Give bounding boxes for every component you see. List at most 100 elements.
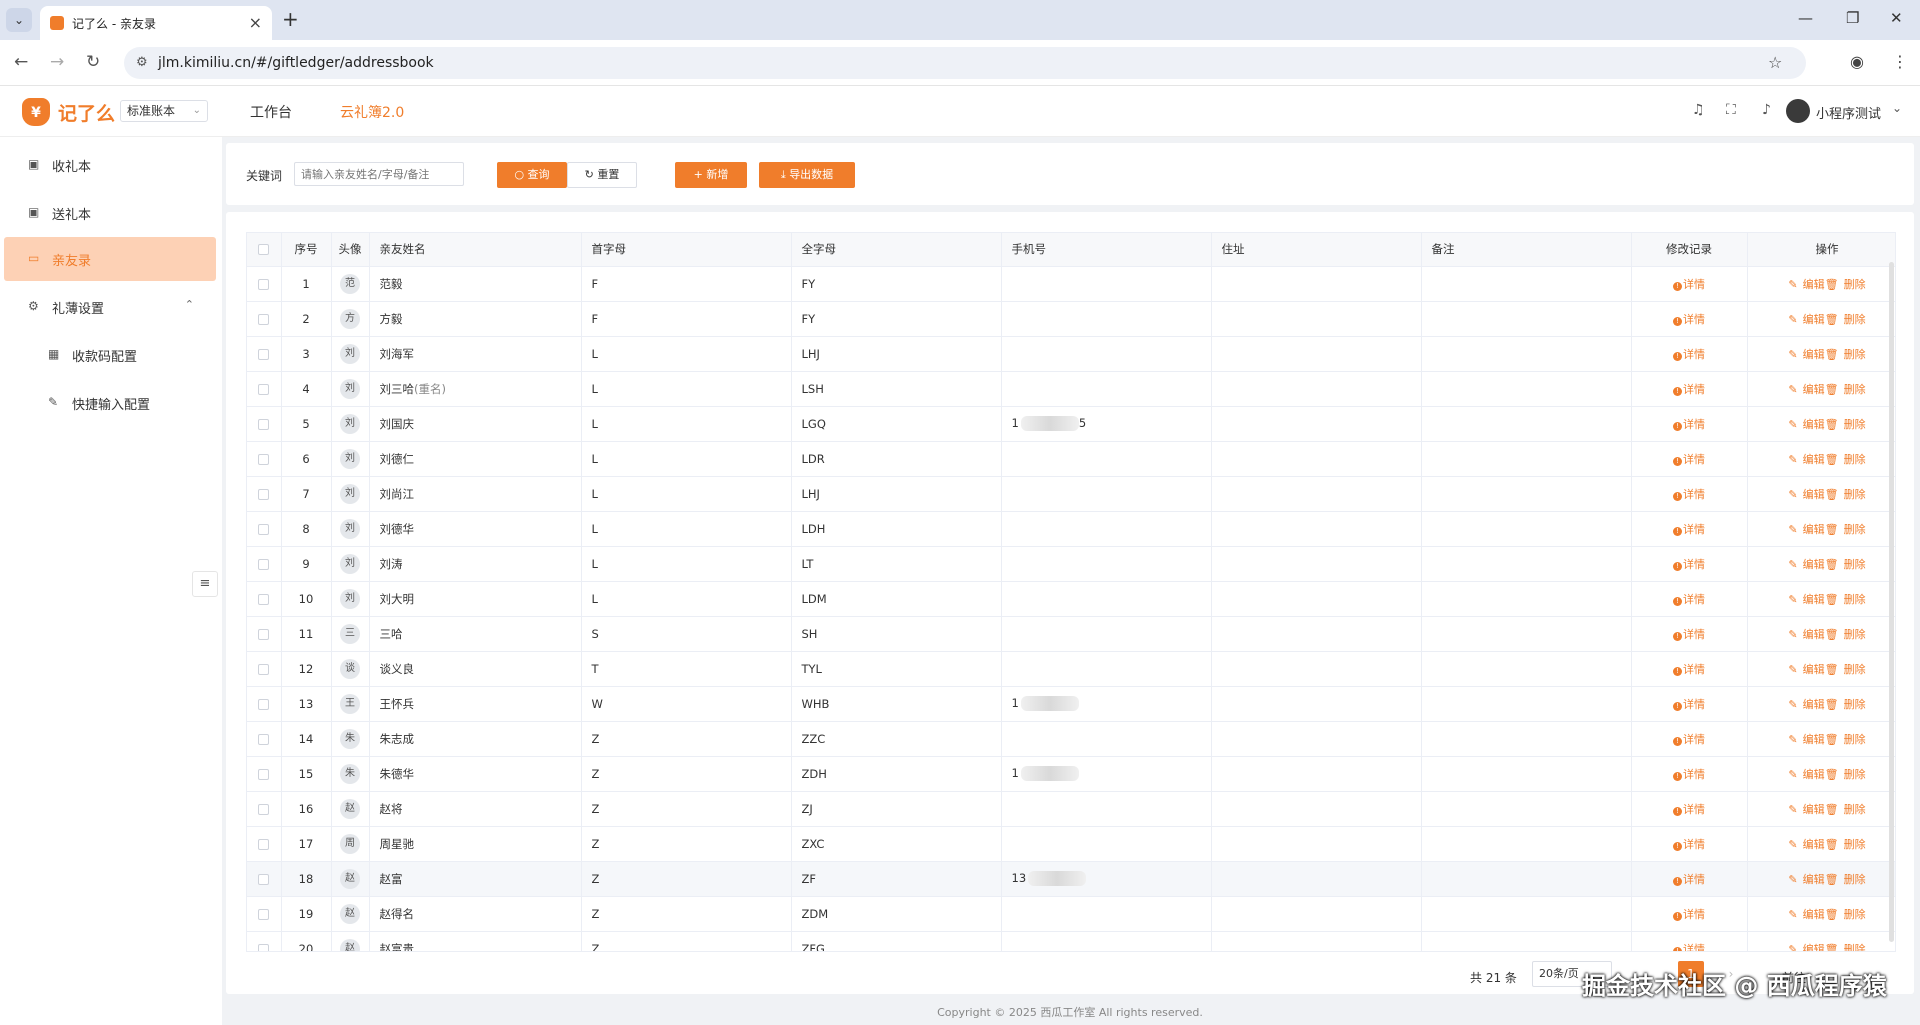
table-row[interactable]: 19 赵赵得名 Z ZDM! 详情 ✎ 编辑🗑 删除	[247, 896, 1895, 932]
table-row[interactable]: 17 周周星驰 Z ZXC! 详情 ✎ 编辑🗑 删除	[247, 826, 1895, 862]
row-checkbox[interactable]	[247, 686, 282, 722]
table-row[interactable]: 20 赵赵富贵 Z ZFG! 详情 ✎ 编辑🗑 删除	[247, 931, 1895, 952]
detail-link[interactable]: ! 详情	[1673, 733, 1705, 746]
sidebar-item-qrcode-config[interactable]: ▦ 收款码配置	[4, 333, 216, 377]
delete-button[interactable]: 🗑 删除	[1825, 488, 1866, 501]
browser-tab[interactable]: 记了么 - 亲友录 ×	[40, 6, 272, 40]
table-row[interactable]: 5 刘刘国庆 L LGQ 1 5! 详情 ✎ 编辑🗑 删除	[247, 406, 1895, 442]
detail-link[interactable]: ! 详情	[1673, 698, 1705, 711]
detail-link[interactable]: ! 详情	[1673, 383, 1705, 396]
row-checkbox[interactable]	[247, 476, 282, 512]
bookmark-star-icon[interactable]: ☆	[1768, 53, 1782, 72]
sidebar-item-quick-input-config[interactable]: ✎ 快捷输入配置	[4, 381, 216, 425]
detail-link[interactable]: ! 详情	[1673, 628, 1705, 641]
table-row[interactable]: 3 刘刘海军 L LHJ! 详情 ✎ 编辑🗑 删除	[247, 336, 1895, 372]
delete-button[interactable]: 🗑 删除	[1825, 523, 1866, 536]
table-row[interactable]: 2 方方毅 F FY! 详情 ✎ 编辑🗑 删除	[247, 301, 1895, 337]
restore-icon[interactable]: ❐	[1846, 9, 1859, 27]
detail-link[interactable]: ! 详情	[1673, 278, 1705, 291]
edit-button[interactable]: ✎ 编辑	[1788, 383, 1824, 396]
table-row[interactable]: 8 刘刘德华 L LDH! 详情 ✎ 编辑🗑 删除	[247, 511, 1895, 547]
delete-button[interactable]: 🗑 删除	[1825, 698, 1866, 711]
delete-button[interactable]: 🗑 删除	[1825, 733, 1866, 746]
delete-button[interactable]: 🗑 删除	[1825, 663, 1866, 676]
sidebar-item-send-book[interactable]: ▣ 送礼本	[4, 191, 216, 235]
edit-button[interactable]: ✎ 编辑	[1788, 313, 1824, 326]
table-row[interactable]: 6 刘刘德仁 L LDR! 详情 ✎ 编辑🗑 删除	[247, 441, 1895, 477]
table-row[interactable]: 10 刘刘大明 L LDM! 详情 ✎ 编辑🗑 删除	[247, 581, 1895, 617]
minimize-icon[interactable]: —	[1798, 9, 1813, 27]
delete-button[interactable]: 🗑 删除	[1825, 628, 1866, 641]
edit-button[interactable]: ✎ 编辑	[1788, 733, 1824, 746]
edit-button[interactable]: ✎ 编辑	[1788, 278, 1824, 291]
row-checkbox[interactable]	[247, 546, 282, 582]
row-checkbox[interactable]	[247, 301, 282, 337]
table-row[interactable]: 13 王王怀兵 W WHB 1! 详情 ✎ 编辑🗑 删除	[247, 686, 1895, 722]
delete-button[interactable]: 🗑 删除	[1825, 558, 1866, 571]
row-checkbox[interactable]	[247, 581, 282, 617]
url-input[interactable]: ⚙ jlm.kimiliu.cn/#/giftledger/addressboo…	[124, 47, 1806, 79]
delete-button[interactable]: 🗑 删除	[1825, 838, 1866, 851]
headset-icon[interactable]: ♫	[1692, 102, 1705, 118]
edit-button[interactable]: ✎ 编辑	[1788, 908, 1824, 921]
user-name[interactable]: 小程序测试	[1816, 103, 1881, 122]
new-tab-button[interactable]: +	[282, 7, 299, 31]
site-info-icon[interactable]: ⚙	[136, 55, 148, 70]
detail-link[interactable]: ! 详情	[1673, 313, 1705, 326]
edit-button[interactable]: ✎ 编辑	[1788, 558, 1824, 571]
edit-button[interactable]: ✎ 编辑	[1788, 838, 1824, 851]
row-checkbox[interactable]	[247, 826, 282, 862]
delete-button[interactable]: 🗑 删除	[1825, 943, 1866, 952]
detail-link[interactable]: ! 详情	[1673, 348, 1705, 361]
add-button[interactable]: + 新增	[675, 162, 747, 188]
forward-icon[interactable]: →	[50, 52, 64, 72]
table-row[interactable]: 15 朱朱德华 Z ZDH 1! 详情 ✎ 编辑🗑 删除	[247, 756, 1895, 792]
detail-link[interactable]: ! 详情	[1673, 838, 1705, 851]
edit-button[interactable]: ✎ 编辑	[1788, 593, 1824, 606]
table-row[interactable]: 16 赵赵将 Z ZJ! 详情 ✎ 编辑🗑 删除	[247, 791, 1895, 827]
delete-button[interactable]: 🗑 删除	[1825, 768, 1866, 781]
table-row[interactable]: 4 刘刘三哈(重名) L LSH! 详情 ✎ 编辑🗑 删除	[247, 371, 1895, 407]
row-checkbox[interactable]	[247, 756, 282, 792]
detail-link[interactable]: ! 详情	[1673, 558, 1705, 571]
row-checkbox[interactable]	[247, 406, 282, 442]
detail-link[interactable]: ! 详情	[1673, 453, 1705, 466]
detail-link[interactable]: ! 详情	[1673, 418, 1705, 431]
row-checkbox[interactable]	[247, 896, 282, 932]
nav-workbench[interactable]: 工作台	[250, 102, 292, 122]
table-row[interactable]: 18 赵赵富 Z ZF 13! 详情 ✎ 编辑🗑 删除	[247, 861, 1895, 897]
fullscreen-icon[interactable]: ⛶	[1726, 102, 1736, 118]
row-checkbox[interactable]	[247, 336, 282, 372]
detail-link[interactable]: ! 详情	[1673, 873, 1705, 886]
table-row[interactable]: 11 三三哈 S SH! 详情 ✎ 编辑🗑 删除	[247, 616, 1895, 652]
close-tab-icon[interactable]: ×	[249, 13, 262, 32]
delete-button[interactable]: 🗑 删除	[1825, 908, 1866, 921]
profile-icon[interactable]: ◉	[1850, 52, 1864, 71]
detail-link[interactable]: ! 详情	[1673, 943, 1705, 951]
reset-button[interactable]: ↻ 重置	[567, 162, 637, 188]
row-checkbox[interactable]	[247, 651, 282, 687]
table-scrollbar[interactable]	[1889, 262, 1894, 942]
edit-button[interactable]: ✎ 编辑	[1788, 803, 1824, 816]
delete-button[interactable]: 🗑 删除	[1825, 348, 1866, 361]
table-row[interactable]: 9 刘刘涛 L LT! 详情 ✎ 编辑🗑 删除	[247, 546, 1895, 582]
row-checkbox[interactable]	[247, 616, 282, 652]
reload-icon[interactable]: ↻	[86, 52, 100, 72]
detail-link[interactable]: ! 详情	[1673, 768, 1705, 781]
delete-button[interactable]: 🗑 删除	[1825, 418, 1866, 431]
table-row[interactable]: 1 范范毅 F FY! 详情 ✎ 编辑🗑 删除	[247, 266, 1895, 302]
delete-button[interactable]: 🗑 删除	[1825, 873, 1866, 886]
table-row[interactable]: 14 朱朱志成 Z ZZC! 详情 ✎ 编辑🗑 删除	[247, 721, 1895, 757]
edit-button[interactable]: ✎ 编辑	[1788, 488, 1824, 501]
user-avatar[interactable]	[1786, 99, 1810, 123]
detail-link[interactable]: ! 详情	[1673, 593, 1705, 606]
book-select[interactable]: 标准账本 ⌄	[120, 100, 208, 122]
edit-button[interactable]: ✎ 编辑	[1788, 663, 1824, 676]
edit-button[interactable]: ✎ 编辑	[1788, 943, 1824, 952]
edit-button[interactable]: ✎ 编辑	[1788, 873, 1824, 886]
table-row[interactable]: 12 谈谈义良 T TYL! 详情 ✎ 编辑🗑 删除	[247, 651, 1895, 687]
user-chevron-down-icon[interactable]: ⌄	[1892, 101, 1902, 115]
row-checkbox[interactable]	[247, 791, 282, 827]
row-checkbox[interactable]	[247, 721, 282, 757]
delete-button[interactable]: 🗑 删除	[1825, 803, 1866, 816]
